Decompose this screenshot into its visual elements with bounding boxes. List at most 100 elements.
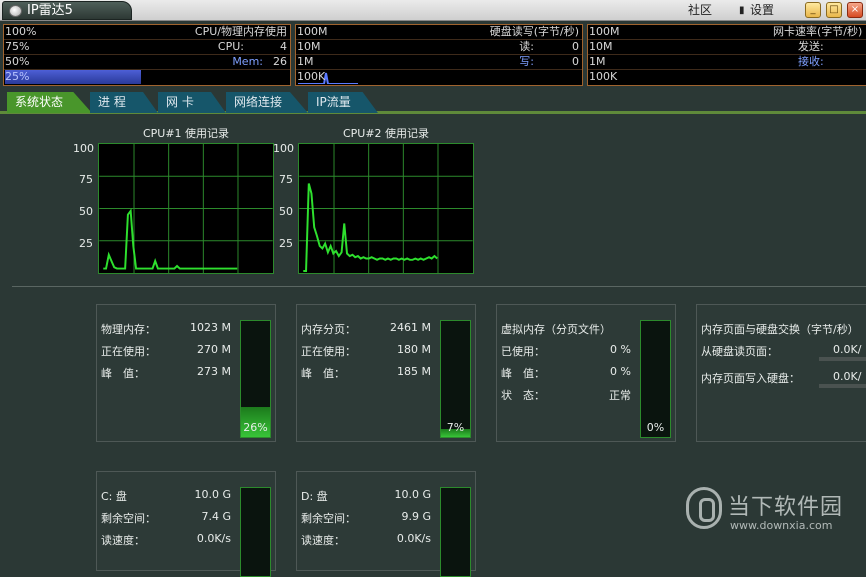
drive-c-gauge [240, 487, 271, 577]
tab-network-card[interactable]: 网 卡 [158, 92, 226, 113]
drive-d-free-value: 9.9 G [401, 510, 431, 523]
cpu1-chart-title: CPU#1 使用记录 [142, 127, 230, 140]
disk-scale-100m: 100M [297, 25, 328, 38]
cpu-scale-50: 50% [5, 55, 30, 68]
phys-used-value: 270 M [197, 343, 231, 356]
disk-scale-100k: 100K [297, 70, 326, 83]
disk-panel: 100M 硬盘读写(字节/秒) 10M 读: 0 1M 写: 0 100K [295, 24, 583, 86]
community-link[interactable]: 社区 [688, 3, 712, 17]
swap-write-bar [819, 384, 866, 388]
cpu2-chart-title: CPU#2 使用记录 [342, 127, 430, 140]
maximize-button[interactable]: □ [826, 2, 842, 18]
mem-value: 26 [273, 55, 287, 68]
net-panel: 100M 网卡速率(字节/秒) 10M 发送: 1M 接收: 100K [587, 24, 866, 86]
mem-label: Mem: [232, 55, 263, 68]
tab-processes[interactable]: 进 程 [90, 92, 158, 113]
drive-c-box: C: 盘 10.0 G 剩余空间： 7.4 G 读速度： 0.0K/s [96, 471, 276, 577]
paging-used-value: 180 M [397, 343, 431, 356]
drive-d-speed-label: 读速度： [301, 534, 345, 547]
paging-total-value: 2461 M [390, 321, 431, 334]
disk-panel-title: 硬盘读写(字节/秒) [489, 25, 579, 38]
cpu-row-75: 75% CPU: 4 [4, 40, 290, 55]
cpu-scale-75: 75% [5, 40, 30, 53]
paging-used-label: 正在使用： [301, 345, 356, 358]
phys-peak-label: 峰 值： [101, 367, 145, 380]
cpu1-ytick-25: 25 [79, 237, 93, 250]
watermark-url: www.downxia.com [730, 519, 833, 532]
net-recv-label: 接收: [798, 55, 824, 68]
phys-total-label: 物理内存： [101, 323, 156, 336]
cpu2-usage-chart [298, 143, 474, 274]
disk-write-value: 0 [572, 55, 579, 68]
virtual-memory-box: 虚拟内存（分页文件） 已使用： 0 % 峰 值： 0 % 状 态： 正常 0% [496, 304, 676, 442]
tab-system-status[interactable]: 系统状态 [7, 92, 92, 113]
paging-box: 内存分页： 2461 M 正在使用： 180 M 峰 值： 185 M 7% [296, 304, 476, 442]
drive-d-gauge [440, 487, 471, 577]
settings-icon[interactable]: ▮ [739, 4, 745, 18]
swap-read-bar [819, 357, 866, 361]
close-button[interactable]: × [847, 2, 863, 18]
tab-bar: 系统状态 进 程 网 卡 网络连接 IP流量 [0, 90, 866, 114]
disk-scale-1m: 1M [297, 55, 314, 68]
vm-peak-value: 0 % [610, 365, 631, 378]
cpu1-usage-line [103, 208, 238, 270]
paging-peak-label: 峰 值： [301, 367, 345, 380]
net-row-100k: 100K [588, 70, 866, 85]
vm-used-label: 已使用： [501, 345, 545, 358]
net-row-10m: 10M 发送: [588, 40, 866, 55]
disk-scale-10m: 10M [297, 40, 321, 53]
cpu1-ytick-75: 75 [79, 173, 93, 186]
net-scale-10m: 10M [589, 40, 613, 53]
swap-read-value: 0.0K/ [833, 343, 862, 356]
net-scale-1m: 1M [589, 55, 606, 68]
disk-read-value: 0 [572, 40, 579, 53]
vm-used-value: 0 % [610, 343, 631, 356]
drive-d-speed-value: 0.0K/s [396, 532, 431, 545]
disk-row-1m: 1M 写: 0 [296, 55, 582, 70]
watermark-logo-icon [686, 487, 722, 529]
minimize-button[interactable]: _ [805, 2, 821, 18]
paging-gauge: 7% [440, 320, 471, 438]
disk-row-100k: 100K [296, 70, 582, 85]
cpu-row-50: 50% Mem: 26 [4, 55, 290, 70]
cpu-row-100: 100% CPU/物理内存使用 [4, 25, 290, 40]
disk-read-label: 读: [519, 40, 534, 53]
phys-peak-value: 273 M [197, 365, 231, 378]
cpu1-ytick-100: 100 [73, 142, 94, 155]
drive-c-size: 10.0 G [194, 488, 231, 501]
cpu2-ytick-100: 100 [273, 142, 294, 155]
drive-d-size: 10.0 G [394, 488, 431, 501]
tab-connections[interactable]: 网络连接 [226, 92, 308, 113]
cpu-mem-panel: 100% CPU/物理内存使用 75% CPU: 4 50% Mem: 26 2… [3, 24, 291, 86]
drive-d-free-label: 剩余空间： [301, 512, 356, 525]
net-scale-100k: 100K [589, 70, 618, 83]
paging-peak-value: 185 M [397, 365, 431, 378]
net-panel-title: 网卡速率(字节/秒) [773, 25, 863, 38]
paging-percent: 7% [446, 421, 465, 434]
swap-write-value: 0.0K/ [833, 370, 862, 383]
phys-memory-percent: 26% [243, 421, 268, 434]
vm-title: 虚拟内存（分页文件） [501, 323, 611, 336]
cpu2-ytick-25: 25 [279, 237, 293, 250]
phys-memory-gauge: 26% [240, 320, 271, 438]
vm-percent: 0% [646, 421, 665, 434]
tab-ip-traffic[interactable]: IP流量 [308, 92, 378, 113]
cpu-scale-25: 25% [5, 70, 30, 83]
drive-d-label: D: 盘 [301, 490, 328, 503]
settings-link[interactable]: 设置 [750, 3, 774, 17]
physical-memory-box: 物理内存： 1023 M 正在使用： 270 M 峰 值： 273 M 26% [96, 304, 276, 442]
cpu-row-25: 25% [4, 70, 290, 85]
app-logo-icon [9, 5, 22, 17]
cpu-value: 4 [280, 40, 287, 53]
disk-row-100m: 100M 硬盘读写(字节/秒) [296, 25, 582, 40]
drive-d-box: D: 盘 10.0 G 剩余空间： 9.9 G 读速度： 0.0K/s [296, 471, 476, 577]
app-title: IP雷达5 [27, 3, 73, 18]
phys-used-label: 正在使用： [101, 345, 156, 358]
drive-c-speed-value: 0.0K/s [196, 532, 231, 545]
swap-read-label: 从硬盘读页面： [701, 345, 778, 358]
disk-write-label: 写: [519, 55, 534, 68]
net-scale-100m: 100M [589, 25, 620, 38]
net-send-label: 发送: [798, 40, 824, 53]
drive-c-free-label: 剩余空间： [101, 512, 156, 525]
vm-peak-label: 峰 值： [501, 367, 545, 380]
